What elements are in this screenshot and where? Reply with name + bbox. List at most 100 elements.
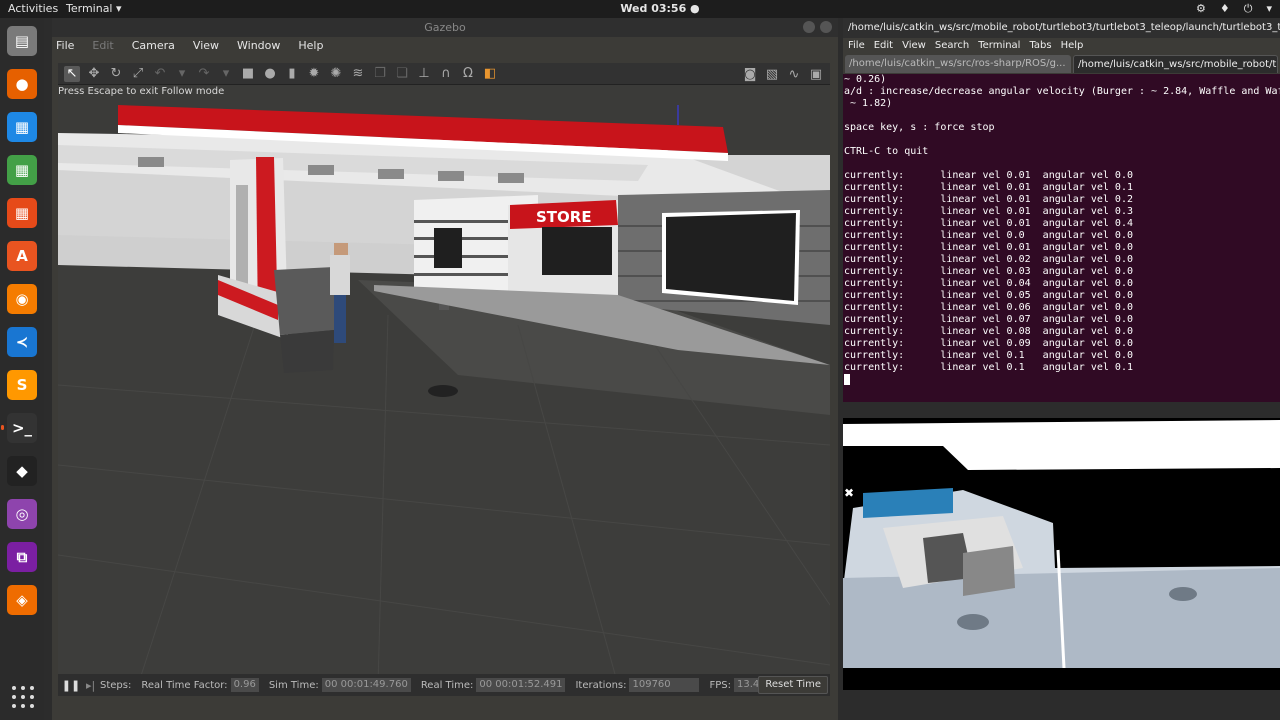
translate-icon[interactable]: ✥	[86, 66, 102, 82]
terminal-line: currently: linear vel 0.08 angular vel 0…	[844, 326, 1133, 337]
fps-label: FPS:	[709, 679, 731, 691]
dock-unity-icon[interactable]: ◆	[7, 456, 37, 486]
3d-scene-viewport[interactable]: STORE Press Escape to exit Follow mode	[58, 85, 830, 685]
dock-terminal-icon[interactable]: >_	[1, 413, 37, 443]
scale-icon[interactable]: ⤢	[130, 66, 146, 82]
terminal-tab-2[interactable]: /home/luis/catkin_ws/src/mobile_robot/tu…	[1073, 55, 1278, 73]
dock-blender-icon[interactable]: ◉	[7, 284, 37, 314]
terminal-line: currently: linear vel 0.09 angular vel 0…	[844, 338, 1133, 349]
term-menu-edit[interactable]: Edit	[874, 38, 893, 54]
show-applications-icon[interactable]	[12, 686, 34, 708]
terminal-line: currently: linear vel 0.02 angular vel 0…	[844, 254, 1133, 265]
terminal-line: currently: linear vel 0.0 angular vel 0.…	[844, 230, 1133, 241]
real-time-value: 00 00:01:52.491	[476, 678, 566, 692]
terminal-line: currently: linear vel 0.01 angular vel 0…	[844, 194, 1133, 205]
terminal-tab-1[interactable]: /home/luis/catkin_ws/src/ros-sharp/ROS/g…	[845, 55, 1071, 73]
menu-edit[interactable]: Edit	[92, 37, 113, 55]
dock-calc-icon[interactable]: ▦	[7, 155, 37, 185]
terminal-window: /home/luis/catkin_ws/src/mobile_robot/tu…	[843, 18, 1280, 720]
activities-button[interactable]: Activities	[8, 2, 58, 15]
directional-light-icon[interactable]: ≋	[350, 66, 366, 82]
spot-light-icon[interactable]: ✺	[328, 66, 344, 82]
terminal-output[interactable]: ~ 0.26) a/d : increase/decrease angular v…	[843, 74, 1280, 402]
dock-writer-icon[interactable]: ▦	[7, 112, 37, 142]
system-tray[interactable]: ⚙ ♦ ⏻ ▾	[1196, 2, 1272, 16]
select-arrow-icon[interactable]: ↖	[64, 65, 80, 82]
menu-window[interactable]: Window	[237, 37, 280, 55]
plot-icon[interactable]: ∿	[786, 66, 802, 82]
menu-camera[interactable]: Camera	[132, 37, 175, 55]
camera-image-view[interactable]: ✖	[843, 418, 1280, 690]
terminal-line: currently: linear vel 0.01 angular vel 0…	[844, 170, 1133, 181]
dock-camera-icon[interactable]: ◎	[7, 499, 37, 529]
terminal-line: currently: linear vel 0.1 angular vel 0.…	[844, 350, 1133, 361]
term-menu-help[interactable]: Help	[1061, 38, 1084, 54]
terminal-line: currently: linear vel 0.01 angular vel 0…	[844, 218, 1133, 229]
change-view-icon[interactable]: ◧	[482, 66, 498, 82]
term-menu-file[interactable]: File	[848, 38, 865, 54]
dock-files-icon[interactable]: ▤	[7, 26, 37, 56]
paste-icon[interactable]: ❏	[394, 66, 410, 82]
network-icon[interactable]: ⚙	[1196, 2, 1206, 16]
terminal-line: currently: linear vel 0.06 angular vel 0…	[844, 302, 1133, 313]
term-menu-tabs[interactable]: Tabs	[1029, 38, 1051, 54]
sound-icon[interactable]: ♦	[1220, 2, 1230, 16]
sphere-shape-icon[interactable]: ●	[262, 66, 278, 82]
iterations-value: 109760	[629, 678, 700, 692]
term-menu-terminal[interactable]: Terminal	[978, 38, 1020, 54]
redo-dropdown-icon[interactable]: ▾	[218, 66, 234, 82]
terminal-menubar: File Edit View Search Terminal Tabs Help	[843, 38, 1280, 54]
point-light-icon[interactable]: ✹	[306, 66, 322, 82]
undo-icon[interactable]: ↶	[152, 66, 168, 82]
dock-impress-icon[interactable]: ▦	[7, 198, 37, 228]
desktop: Activities Terminal ▾ Wed 03:56 ● ⚙ ♦ ⏻ …	[0, 0, 1280, 720]
clock[interactable]: Wed 03:56 ●	[620, 2, 700, 15]
menu-help[interactable]: Help	[298, 37, 323, 55]
magnet-icon[interactable]: Ω	[460, 66, 476, 82]
top-bar: Activities Terminal ▾ Wed 03:56 ● ⚙ ♦ ⏻ …	[0, 0, 1280, 18]
log-icon[interactable]: ▧	[764, 66, 780, 82]
term-menu-search[interactable]: Search	[935, 38, 969, 54]
menu-file[interactable]: File	[56, 37, 74, 55]
screenshot-icon[interactable]: ◙	[742, 66, 758, 82]
gazebo-titlebar[interactable]: Gazebo	[52, 18, 838, 37]
terminal-line: CTRL-C to quit	[844, 146, 929, 157]
dock-sublime-icon[interactable]: S	[7, 370, 37, 400]
menu-view[interactable]: View	[193, 37, 219, 55]
dock-gazebo-icon[interactable]: ◈	[7, 585, 37, 615]
term-menu-view[interactable]: View	[902, 38, 926, 54]
maximize-icon[interactable]	[820, 21, 832, 33]
align-icon[interactable]: ⊥	[416, 66, 432, 82]
terminal-title[interactable]: /home/luis/catkin_ws/src/mobile_robot/tu…	[843, 18, 1280, 38]
redo-icon[interactable]: ↷	[196, 66, 212, 82]
power-icon[interactable]: ⏻	[1244, 2, 1253, 16]
video-record-icon[interactable]: ▣	[808, 66, 824, 82]
terminal-line: currently: linear vel 0.07 angular vel 0…	[844, 314, 1133, 325]
terminal-line: ~ 0.26)	[844, 74, 887, 85]
box-shape-icon[interactable]: ■	[240, 66, 256, 82]
step-icon[interactable]: ▸|	[86, 679, 100, 692]
rotate-icon[interactable]: ↻	[108, 66, 124, 82]
dock-vscode-icon[interactable]: ≺	[7, 327, 37, 357]
follow-mode-hint: Press Escape to exit Follow mode	[58, 86, 225, 97]
dock-network-icon[interactable]: ⧉	[7, 542, 37, 572]
gazebo-title: Gazebo	[424, 21, 466, 34]
close-icon[interactable]: ✖	[843, 487, 855, 499]
terminal-line: currently: linear vel 0.1 angular vel 0.…	[844, 362, 1133, 373]
dock-firefox-icon[interactable]: ●	[7, 69, 37, 99]
dock-software-icon[interactable]: A	[7, 241, 37, 271]
cylinder-shape-icon[interactable]: ▮	[284, 66, 300, 82]
terminal-line: space key, s : force stop	[844, 122, 995, 133]
chevron-down-icon[interactable]: ▾	[1266, 2, 1272, 16]
pause-icon[interactable]: ❚❚	[62, 678, 80, 692]
app-menu[interactable]: Terminal ▾	[66, 2, 122, 15]
copy-icon[interactable]: ❐	[372, 66, 388, 82]
terminal-tabbar: /home/luis/catkin_ws/src/ros-sharp/ROS/g…	[843, 54, 1280, 74]
snap-icon[interactable]: ∩	[438, 66, 454, 82]
reset-time-button[interactable]: Reset Time	[758, 676, 828, 694]
terminal-cursor	[844, 374, 850, 385]
undo-dropdown-icon[interactable]: ▾	[174, 66, 190, 82]
minimize-icon[interactable]	[803, 21, 815, 33]
